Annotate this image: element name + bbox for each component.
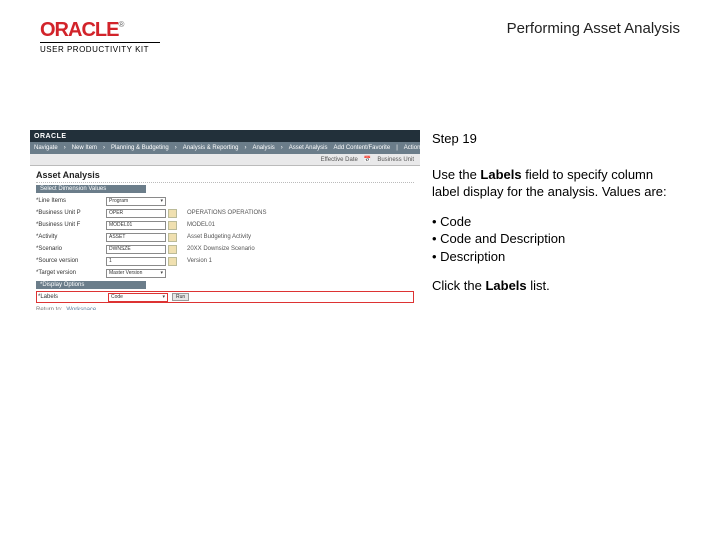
toolbar-effective-date: Effective Date	[321, 157, 358, 163]
form-rows: *Line Items Program *Business Unit P OPE…	[30, 195, 420, 279]
field-label: *Business Unit F	[36, 222, 106, 228]
line-items-select[interactable]: Program	[106, 197, 166, 206]
value-list: Code Code and Description Description	[432, 213, 678, 266]
list-item: Description	[432, 248, 678, 266]
nav-item[interactable]: Analysis	[252, 145, 274, 151]
field-desc: MODEL01	[187, 222, 215, 228]
field-label: *Business Unit P	[36, 210, 106, 216]
list-item: Code and Description	[432, 230, 678, 248]
nav-right-item[interactable]: Add Content/Favorite	[333, 145, 390, 151]
form-row: *Scenario DWNSZE 20XX Downsize Scenario	[36, 243, 414, 255]
app-nav: Navigate› New Item› Planning & Budgeting…	[30, 142, 420, 154]
field-label: *Line Items	[36, 198, 106, 204]
nav-item[interactable]: Navigate	[34, 145, 58, 151]
form-row: *Business Unit P OPER OPERATIONS OPERATI…	[36, 207, 414, 219]
field-label: *Scenario	[36, 246, 106, 252]
field-label: *Target version	[36, 270, 106, 276]
run-button[interactable]: Run	[172, 293, 189, 301]
lookup-icon[interactable]	[168, 221, 177, 230]
logo-block: ORACLE® USER PRODUCTIVITY KIT	[40, 20, 160, 54]
section-header: *Display Options	[36, 281, 146, 289]
field-label: *Activity	[36, 234, 106, 240]
field-desc: Asset Budgeting Activity	[187, 234, 251, 240]
source-version-input[interactable]: 1	[106, 257, 166, 266]
form-row: *Target version Master Version	[36, 267, 414, 279]
instruction-action: Click the Labels list.	[432, 277, 678, 295]
field-desc: OPERATIONS OPERATIONS	[187, 210, 266, 216]
lookup-icon[interactable]	[168, 257, 177, 266]
app-toolbar: Effective Date 📅 Business Unit	[30, 154, 420, 166]
field-desc: 20XX Downsize Scenario	[187, 246, 255, 252]
app-topbar: ORACLE	[30, 130, 420, 142]
target-version-select[interactable]: Master Version	[106, 269, 166, 278]
nav-item[interactable]: Asset Analysis	[289, 145, 328, 151]
trademark: ®	[118, 20, 124, 29]
page-header: ORACLE® USER PRODUCTIVITY KIT Performing…	[40, 20, 680, 54]
section-header: Select Dimension Values	[36, 185, 146, 193]
toolbar-business-unit: Business Unit	[377, 157, 414, 163]
brand-logo: ORACLE	[40, 19, 118, 41]
nav-right-item[interactable]: Action Pipeline	[404, 145, 420, 151]
step-number: Step 19	[432, 130, 678, 148]
nav-item[interactable]: New Item	[72, 145, 97, 151]
labels-row-highlight: *Labels Code Run	[36, 291, 414, 303]
return-label: Return to:	[36, 307, 62, 310]
field-desc: Version 1	[187, 258, 212, 264]
workspace-link[interactable]: Workspace	[66, 307, 96, 310]
lookup-icon[interactable]	[168, 233, 177, 242]
field-label: *Labels	[38, 294, 108, 300]
list-item: Code	[432, 213, 678, 231]
bu-f-input[interactable]: MODEL01	[106, 221, 166, 230]
activity-input[interactable]: ASSET	[106, 233, 166, 242]
screen-footer: Return to: Workspace	[30, 303, 420, 310]
scenario-input[interactable]: DWNSZE	[106, 245, 166, 254]
lookup-icon[interactable]	[168, 209, 177, 218]
nav-item[interactable]: Planning & Budgeting	[111, 145, 169, 151]
logo-subtitle: USER PRODUCTIVITY KIT	[40, 45, 160, 54]
document-title: Performing Asset Analysis	[507, 20, 680, 37]
form-row: *Line Items Program	[36, 195, 414, 207]
labels-select[interactable]: Code	[108, 293, 168, 302]
form-row: *Activity ASSET Asset Budgeting Activity	[36, 231, 414, 243]
field-label: *Source version	[36, 258, 106, 264]
instruction-text: Use the Labels field to specify column l…	[432, 166, 678, 201]
bu-p-input[interactable]: OPER	[106, 209, 166, 218]
form-row: *Source version 1 Version 1	[36, 255, 414, 267]
instruction-panel: Step 19 Use the Labels field to specify …	[420, 130, 690, 310]
screen-title: Asset Analysis	[30, 166, 420, 182]
app-screenshot: ORACLE Navigate› New Item› Planning & Bu…	[30, 130, 420, 310]
nav-item[interactable]: Analysis & Reporting	[183, 145, 239, 151]
lookup-icon[interactable]	[168, 245, 177, 254]
form-row: *Business Unit F MODEL01 MODEL01	[36, 219, 414, 231]
app-brand: ORACLE	[34, 133, 67, 140]
